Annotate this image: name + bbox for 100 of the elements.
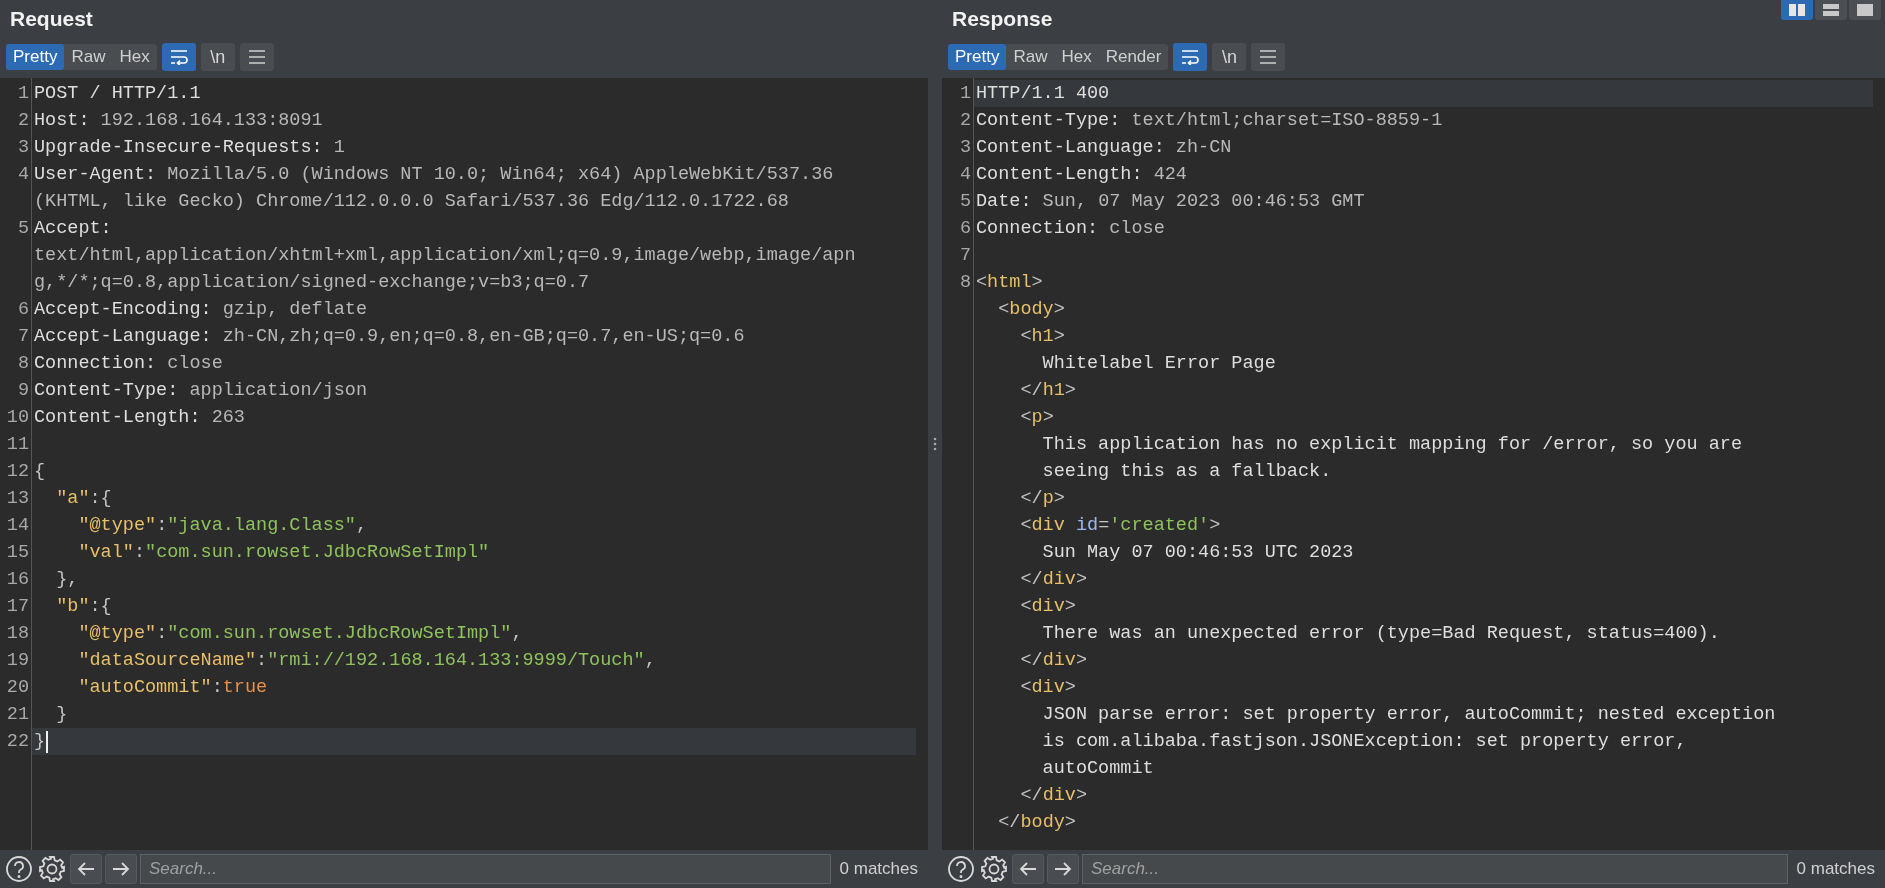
menu-button[interactable] [1251,43,1286,71]
pane-title: Response [952,7,1053,31]
newline-button[interactable]: \n [1212,43,1247,71]
code-line: </div> [1019,784,1088,808]
code-line: This application has no explicit mapping for /error, so you are [1041,433,1743,457]
settings-icon[interactable] [37,854,67,884]
code-line: </body> [997,811,1076,835]
line-number: 5 [959,190,971,214]
next-button[interactable] [1047,854,1079,884]
code-line: <html> [976,271,1043,295]
code-line: seeing this as a fallback. [1041,460,1332,484]
code-line: is com.alibaba.fastjson.JSONException: set property error, [1041,730,1687,754]
line-number: 9 [17,379,29,403]
code-line: Accept-Language: zh-CN,zh;q=0.9,en;q=0.8,en-GB;q=0.7,en-US;q=0.6 [34,325,745,349]
view-tab[interactable]: Pretty [6,44,65,70]
right-arrow-icon[interactable] [1053,861,1073,877]
line-number: 19 [6,649,29,673]
code-line: "@type":"java.lang.Class", [77,514,368,538]
code-line: <div> [1019,595,1076,619]
layout-button[interactable] [1781,0,1813,20]
code-line: Upgrade-Insecure-Requests: 1 [34,136,345,160]
line-number: 3 [17,136,29,160]
word-wrap-button[interactable] [161,43,196,71]
line-number: 7 [959,244,971,268]
newline-button[interactable]: \n [200,43,235,71]
code-line: Whitelabel Error Page [1041,352,1276,376]
code-line: HTTP/1.1 400 [976,82,1110,106]
word-wrap-button[interactable] [1173,43,1208,71]
line-number: 6 [959,217,971,241]
code-line: (KHTML, like Gecko) Chrome/112.0.0.0 Safari/537.36 Edg/112.0.1722.68 [34,190,789,214]
code-line: Host: 192.168.164.133:8091 [34,109,323,133]
layout-button[interactable] [1815,0,1847,20]
left-arrow-icon[interactable] [76,861,96,877]
view-tab[interactable]: Pretty [948,44,1007,70]
view-tab[interactable]: Hex [1054,44,1099,70]
layout-button[interactable] [1849,0,1881,20]
menu-icon[interactable] [247,50,266,64]
line-number: 5 [17,217,29,241]
line-number: 14 [6,514,29,538]
code-line: Sun May 07 00:46:53 UTC 2023 [1041,541,1354,565]
match-count: 0 matches [838,859,919,879]
line-number: 20 [6,676,29,700]
code-line: </p> [1019,487,1065,511]
code-line: { [34,460,46,484]
line-number: 8 [959,271,971,295]
match-count: 0 matches [1795,859,1876,879]
code-line: "dataSourceName":"rmi://192.168.164.133:9999/Touch", [77,649,656,673]
line-number: 6 [17,298,29,322]
line-number: 2 [17,109,29,133]
code-line: Content-Type: text/html;charset=ISO-8859-1 [976,109,1443,133]
line-number: 16 [6,568,29,592]
search-field[interactable]: Search... [140,854,831,884]
code-line: autoCommit [1041,757,1154,781]
code-line: User-Agent: Mozilla/5.0 (Windows NT 10.0; Win64; x64) AppleWebKit/537.36 [34,163,834,187]
code-line: <p> [1019,406,1054,430]
code-line: Connection: close [34,352,223,376]
help-icon[interactable] [946,854,976,884]
menu-button[interactable] [239,43,274,71]
word-wrap-icon[interactable] [168,49,189,65]
two-columns-icon[interactable] [1789,4,1805,16]
line-number: 12 [6,460,29,484]
word-wrap-icon[interactable] [1180,49,1201,65]
previous-button[interactable] [1012,854,1044,884]
search-field[interactable]: Search... [1082,854,1788,884]
line-number: 21 [6,703,29,727]
code-line: JSON parse error: set property error, autoCommit; nested exception [1041,703,1776,727]
line-number: 7 [17,325,29,349]
code-line: Date: Sun, 07 May 2023 00:46:53 GMT [976,190,1365,214]
view-tab[interactable]: Hex [112,44,157,70]
code-line: Content-Language: zh-CN [976,136,1232,160]
code-line: Connection: close [976,217,1165,241]
code-line: } [34,730,46,754]
drag-handle-icon[interactable] [933,437,937,451]
left-arrow-icon[interactable] [1018,861,1038,877]
code-line: g,*/*;q=0.8,application/signed-exchange;v=b3;q=0.7 [34,271,590,295]
pane-title: Request [10,7,93,31]
view-tab[interactable]: Render [1098,44,1169,70]
code-line: "autoCommit":true [77,676,268,700]
next-button[interactable] [105,854,137,884]
line-number: 18 [6,622,29,646]
line-number: 8 [17,352,29,376]
line-number: 1 [17,82,29,106]
two-rows-icon[interactable] [1823,4,1839,16]
view-tab[interactable]: Raw [64,44,113,70]
settings-icon[interactable] [979,854,1009,884]
code-line: text/html,application/xhtml+xml,application/xml;q=0.9,image/webp,image/apn [34,244,856,268]
code-line: <div id='created'> [1019,514,1221,538]
line-number: 1 [959,82,971,106]
code-line: "b":{ [55,595,112,619]
code-line: "a":{ [55,487,112,511]
line-number: 15 [6,541,29,565]
previous-button[interactable] [70,854,102,884]
menu-icon[interactable] [1259,50,1278,64]
code-line: POST / HTTP/1.1 [34,82,201,106]
help-icon[interactable] [4,854,34,884]
right-arrow-icon[interactable] [111,861,131,877]
line-number: 2 [959,109,971,133]
code-line: Content-Type: application/json [34,379,368,403]
line-number: 17 [6,595,29,619]
view-tab[interactable]: Raw [1006,44,1055,70]
